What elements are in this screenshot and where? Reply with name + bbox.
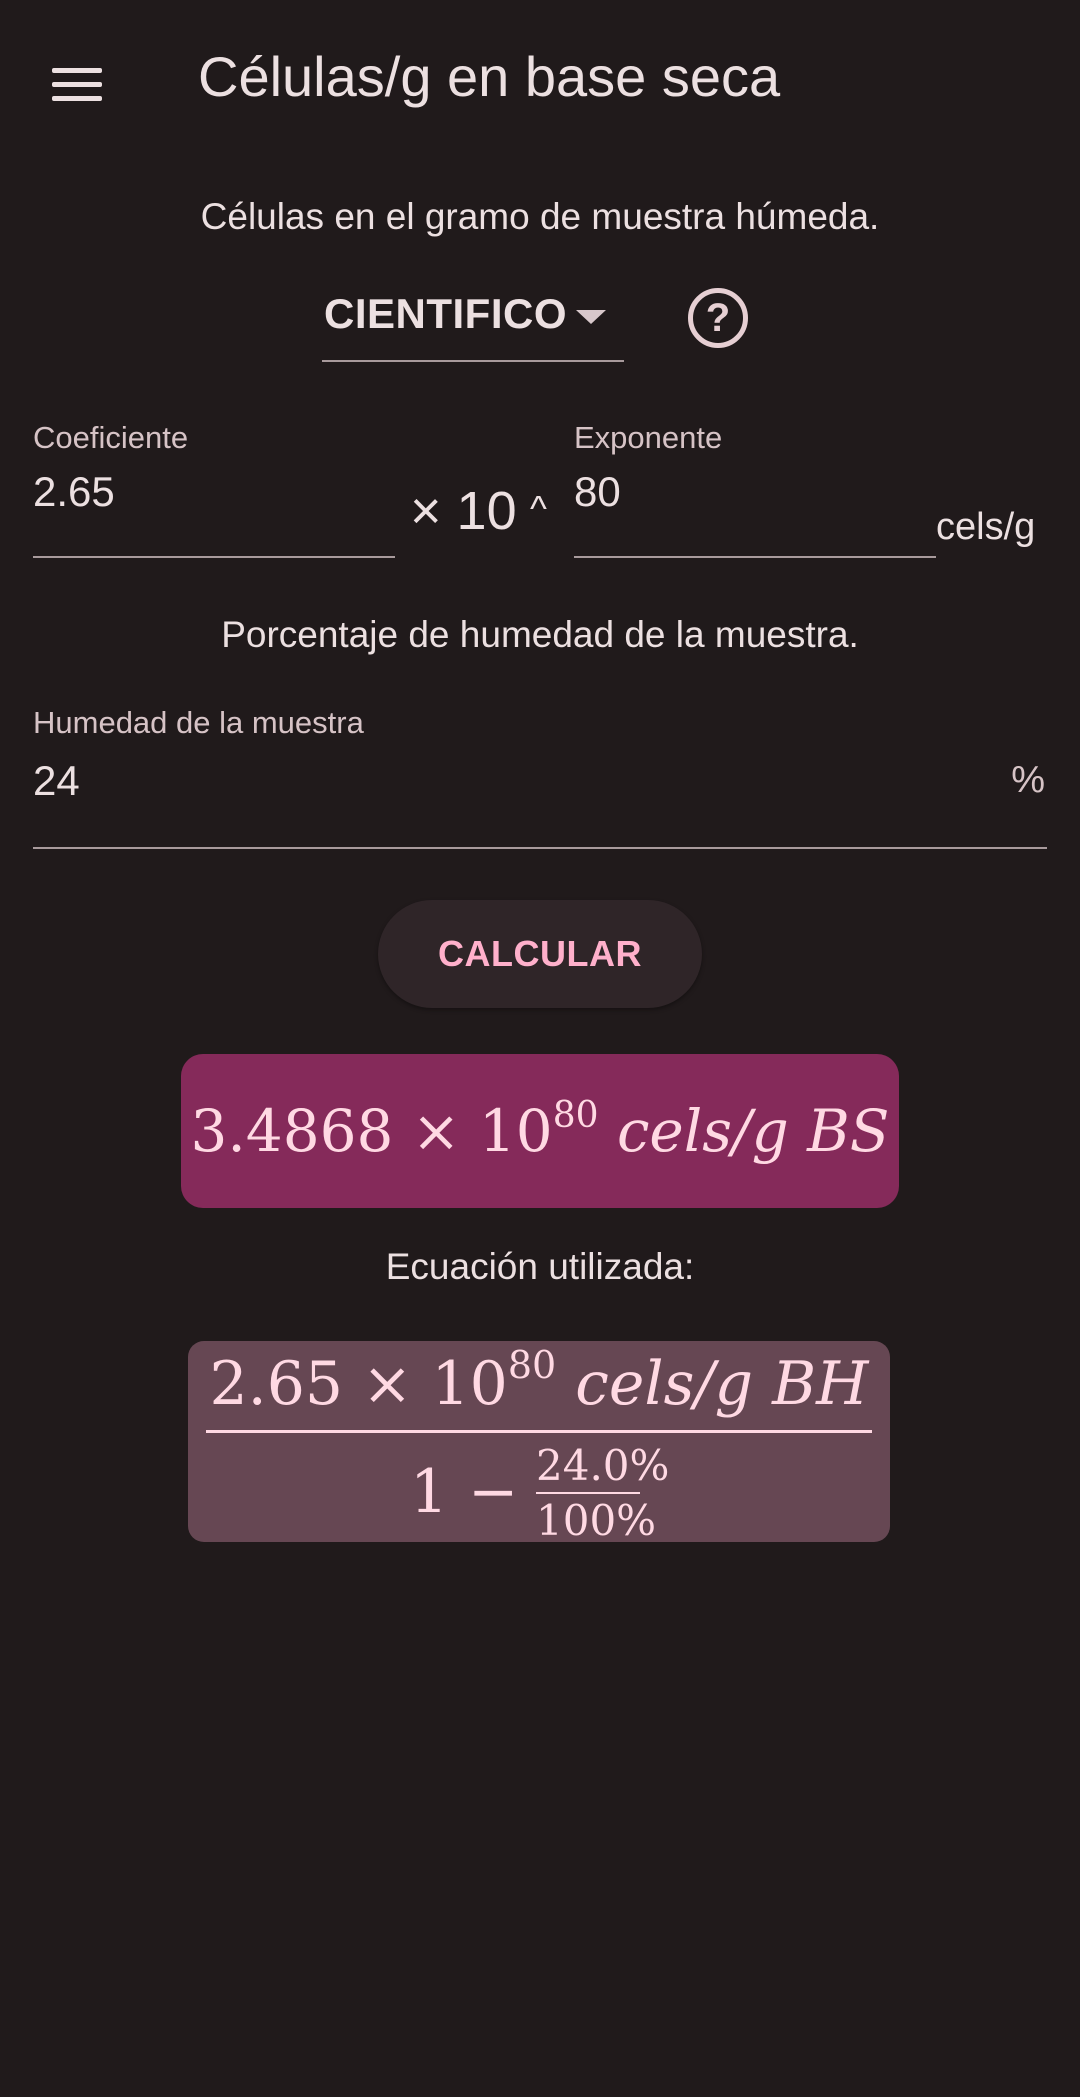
menu-button[interactable] (40, 58, 114, 112)
menu-icon (52, 68, 102, 73)
numerator-exponent: 80 (507, 1343, 557, 1387)
fraction-line (206, 1430, 872, 1433)
coefficient-label: Coeficiente (33, 420, 189, 455)
humidity-field[interactable]: Humedad de la muestra 24 % (33, 705, 1047, 849)
humidity-value[interactable]: 24 (33, 757, 80, 805)
result-unit: cels/g BS (616, 1097, 890, 1165)
result-times-ten: × 10 (411, 1097, 553, 1165)
humidity-heading: Porcentaje de humedad de la muestra. (221, 614, 859, 655)
humidity-fraction-bottom: 100% (536, 1496, 657, 1545)
result-exponent: 80 (552, 1095, 599, 1136)
menu-icon-bar (52, 82, 102, 87)
times-ten-label: × 10 (410, 481, 517, 541)
numerator-times-ten: × 10 (362, 1349, 508, 1419)
cells-per-gram-unit: cels/g (936, 506, 1036, 548)
humidity-fraction-line (536, 1492, 640, 1494)
exponent-field[interactable]: Exponente 80 (574, 420, 936, 558)
result-box: 3.4868 × 1080 cels/g BS (181, 1054, 899, 1208)
equation-numerator: 2.65 × 1080 cels/g BH (188, 1346, 890, 1419)
power-symbol: ^ (530, 488, 547, 529)
notation-format-value: CIENTIFICO (324, 290, 567, 337)
coefficient-field[interactable]: Coeficiente 2.65 (33, 420, 395, 558)
percent-suffix: % (1011, 759, 1045, 801)
coefficient-value[interactable]: 2.65 (33, 468, 115, 516)
calculate-button[interactable]: CALCULAR (378, 900, 702, 1008)
numerator-unit: cels/g BH (575, 1349, 869, 1419)
wet-sample-heading: Células en el gramo de muestra húmeda. (200, 196, 880, 237)
exponent-value[interactable]: 80 (574, 468, 621, 516)
equation-box: 2.65 × 1080 cels/g BH 1 − 24.0% 100% (188, 1341, 890, 1545)
menu-icon-bar (52, 96, 102, 101)
notation-format-select[interactable]: CIENTIFICO (322, 280, 624, 362)
denominator-minus: − (468, 1457, 519, 1527)
humidity-fraction-top: 24.0% (536, 1441, 670, 1490)
arrow-drop-down-icon (576, 310, 606, 324)
numerator-mantissa: 2.65 (209, 1349, 344, 1419)
exponent-label: Exponente (574, 420, 723, 455)
help-icon[interactable]: ? (688, 288, 748, 348)
humidity-fraction: 24.0% 100% (536, 1441, 670, 1545)
denominator-one: 1 (410, 1457, 449, 1527)
page-title: Células/g en base seca (198, 45, 781, 108)
result-mantissa: 3.4868 (190, 1097, 394, 1165)
humidity-label: Humedad de la muestra (33, 705, 364, 740)
equation-label: Ecuación utilizada: (385, 1246, 695, 1287)
